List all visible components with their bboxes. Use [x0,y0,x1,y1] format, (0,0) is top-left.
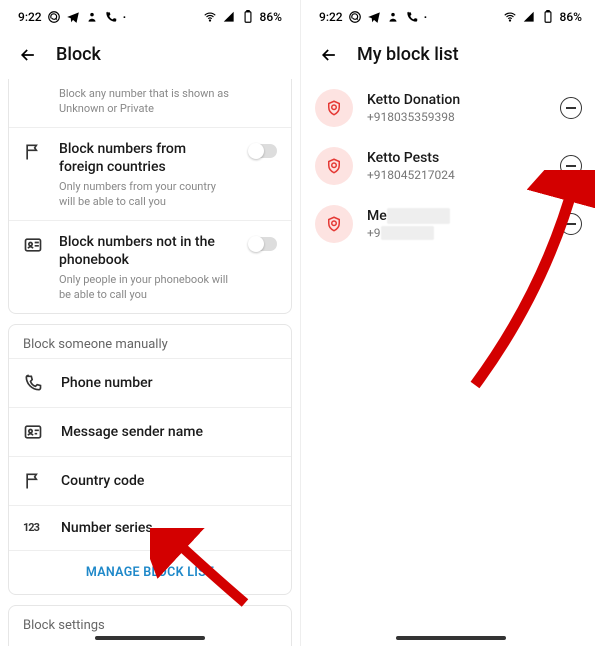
block-item-number: +9xxxxxxxxx [367,226,546,240]
block-item-number: +918045217024 [367,168,546,182]
content: Block any number that is shown as Unknow… [0,79,300,646]
status-more: · [424,10,428,24]
phone-notif-icon [104,10,118,24]
block-not-phonebook-row[interactable]: Block numbers not in the phonebook Only … [9,220,291,313]
block-manually-header: Block someone manually [9,325,291,358]
block-item-name: Mexxxxxxxxx [367,208,546,224]
shield-icon [315,89,353,127]
block-list-item[interactable]: Ketto Donation +918035359398 [301,79,600,137]
block-list: Ketto Donation +918035359398 Ketto Pests… [301,79,600,253]
status-battery-pct: 86% [260,10,282,24]
wifi-icon [203,10,217,24]
wifi-icon [503,10,517,24]
remove-button[interactable] [560,213,582,235]
block-not-phonebook-sub: Only people in your phonebook will be ab… [59,273,233,303]
redacted: xxxxxxxxx [381,226,435,240]
block-options-card: Block any number that is shown as Unknow… [8,79,292,314]
block-not-phonebook-toggle[interactable] [249,237,277,251]
battery-icon [541,10,555,24]
status-bar: 9:22 · 86% [301,0,600,34]
flag-icon [23,142,43,162]
back-button[interactable] [319,45,339,65]
redacted: xxxxxxxxx [387,208,450,224]
status-more: · [123,10,127,24]
telegram-icon [367,10,381,24]
id-card-icon [23,422,43,442]
page-title: My block list [357,44,459,65]
home-indicator[interactable] [396,636,506,640]
battery-icon [241,10,255,24]
flag-icon [23,471,43,491]
manual-sender-name-label: Message sender name [61,424,203,440]
phone-icon [23,373,43,393]
manual-phone-number-label: Phone number [61,375,153,391]
phone-left: 9:22 · 86% Block Block any number that i… [0,0,300,646]
status-bar: 9:22 · 86% [0,0,300,34]
contact-card-icon [23,235,43,255]
remove-button[interactable] [560,97,582,119]
manage-block-list-button[interactable]: MANAGE BLOCK LIST [9,550,291,594]
block-item-name: Ketto Donation [367,92,546,108]
manual-country-code[interactable]: Country code [9,456,291,505]
status-battery-pct: 86% [560,10,582,24]
manual-sender-name[interactable]: Message sender name [9,407,291,456]
block-item-number: +918035359398 [367,110,546,124]
person-icon [85,10,99,24]
number-series-icon: 123 [23,521,43,534]
status-time: 9:22 [319,10,343,24]
block-foreign-title: Block numbers from foreign countries [59,140,233,176]
header: My block list [301,34,600,79]
block-list-item[interactable]: Mexxxxxxxxx +9xxxxxxxxx [301,195,600,253]
header: Block [0,34,300,79]
block-foreign-toggle[interactable] [249,144,277,158]
phone-notif-icon [405,10,419,24]
block-unknown-sub: Block any number that is shown as Unknow… [59,87,277,117]
phone-right: 9:22 · 86% My block list Ketto Donation [300,0,600,646]
manual-phone-number[interactable]: Phone number [9,358,291,407]
whatsapp-icon [47,10,61,24]
home-indicator[interactable] [95,636,205,640]
back-button[interactable] [18,45,38,65]
signal-icon [522,10,536,24]
block-foreign-sub: Only numbers from your country will be a… [59,180,233,210]
manual-country-code-label: Country code [61,473,144,489]
manual-number-series[interactable]: 123 Number series [9,505,291,550]
signal-icon [222,10,236,24]
shield-icon [315,147,353,185]
block-not-phonebook-title: Block numbers not in the phonebook [59,233,233,269]
telegram-icon [66,10,80,24]
remove-button[interactable] [560,155,582,177]
manual-number-series-label: Number series [61,520,153,536]
block-item-name: Ketto Pests [367,150,546,166]
block-unknown-row[interactable]: Block any number that is shown as Unknow… [9,79,291,127]
how-to-block-calls[interactable]: How to block calls [9,641,291,646]
block-manually-card: Block someone manually Phone number Mess… [8,324,292,595]
block-list-item[interactable]: Ketto Pests +918045217024 [301,137,600,195]
person-icon [386,10,400,24]
shield-icon [315,205,353,243]
page-title: Block [56,44,101,65]
whatsapp-icon [348,10,362,24]
status-time: 9:22 [18,10,42,24]
block-foreign-row[interactable]: Block numbers from foreign countries Onl… [9,127,291,220]
